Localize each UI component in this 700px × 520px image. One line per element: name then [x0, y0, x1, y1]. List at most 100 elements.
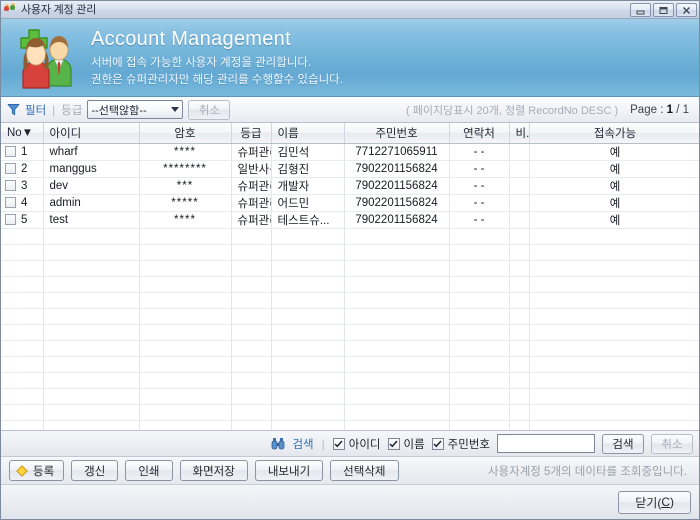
row-checkbox[interactable]	[5, 213, 16, 225]
footer-bar: 닫기(C)	[1, 485, 699, 519]
cell-empty	[344, 244, 450, 261]
column-header-contact[interactable]: 연락처	[449, 123, 510, 144]
save-screen-button[interactable]: 화면저장	[179, 460, 248, 481]
cell-empty	[509, 356, 530, 373]
accounts-table: No▼ 아이디 암호 등급 이름 주민번호 연락처 비.. 접속가능 1 whar…	[1, 123, 699, 430]
search-button[interactable]: 검색	[602, 433, 644, 454]
filter-label[interactable]: 필터	[25, 102, 46, 118]
cell-name: 어드민	[271, 194, 345, 212]
search-check-jumin[interactable]: 주민번호	[431, 436, 490, 452]
cell-empty	[271, 340, 345, 357]
cell-empty	[43, 276, 140, 293]
cell-empty	[43, 420, 140, 430]
search-check-name[interactable]: 이름	[387, 436, 425, 452]
cell-empty	[449, 356, 510, 373]
cell-empty	[139, 244, 232, 261]
column-header-jumin[interactable]: 주민번호	[344, 123, 450, 144]
cell-empty	[231, 356, 272, 373]
cell-empty	[139, 388, 232, 405]
cell-grade: 슈퍼관리자	[231, 143, 272, 161]
search-check-id-label: 아이디	[348, 438, 381, 451]
cell-empty	[43, 404, 140, 421]
cell-empty	[449, 372, 510, 389]
cell-empty	[1, 356, 44, 373]
column-header-name[interactable]: 이름	[271, 123, 345, 144]
cell-grade: 슈퍼관리자	[231, 177, 272, 195]
cell-empty	[271, 308, 345, 325]
cell-empty	[529, 404, 699, 421]
cell-empty	[509, 228, 530, 245]
cell-name: 테스트슈...	[271, 211, 345, 229]
table-row[interactable]: 2 manggus********일반사용자김형진7902201156824- -…	[1, 160, 699, 178]
column-header-memo[interactable]: 비..	[509, 123, 530, 144]
maximize-icon[interactable]	[653, 3, 674, 17]
refresh-button[interactable]: 갱신	[71, 460, 119, 481]
checkbox-id[interactable]	[332, 437, 345, 450]
table-row[interactable]: 1 wharf****슈퍼관리자김민석7712271065911- - 예	[1, 143, 699, 161]
export-button[interactable]: 내보내기	[254, 460, 324, 481]
accounts-grid[interactable]: No▼ 아이디 암호 등급 이름 주민번호 연락처 비.. 접속가능 1 whar…	[1, 123, 699, 431]
grade-select[interactable]: --선택않함--	[87, 100, 184, 119]
cell-empty	[271, 244, 345, 261]
grade-label: 등급	[61, 104, 83, 117]
table-row[interactable]: 4 admin*****슈퍼관리자어드민7902201156824- - 예	[1, 194, 699, 212]
cell-empty	[509, 260, 530, 277]
cell-empty	[529, 228, 699, 245]
cell-empty	[231, 404, 272, 421]
cell-empty	[344, 340, 450, 357]
row-checkbox[interactable]	[5, 179, 16, 191]
column-header-access[interactable]: 접속가능	[529, 123, 699, 144]
column-header-no[interactable]: No▼	[1, 123, 44, 144]
cell-empty	[1, 292, 44, 309]
column-header-id[interactable]: 아이디	[43, 123, 140, 144]
cell-empty	[529, 276, 699, 293]
table-row-empty	[1, 244, 699, 261]
cell-empty	[344, 388, 450, 405]
table-row-empty	[1, 356, 699, 373]
status-text: 사용자계정 5개의 데이타를 조회중입니다.	[487, 465, 687, 478]
table-body: 1wharf****슈퍼관리자김민석7712271065911- -예2mang…	[1, 143, 699, 430]
delete-selected-button[interactable]: 선택삭제	[330, 460, 399, 481]
close-icon[interactable]	[676, 3, 697, 17]
cell-empty	[449, 388, 510, 405]
page-header: Account Management 서버에 접속 가능한 사용자 계정을 관리…	[1, 19, 699, 97]
cell-access: 예	[529, 177, 699, 195]
cell-memo	[509, 160, 530, 178]
table-row-empty	[1, 324, 699, 341]
window-title: 사용자 계정 관리	[21, 3, 97, 16]
search-input[interactable]	[497, 434, 595, 453]
cell-empty	[509, 372, 530, 389]
cell-empty	[344, 276, 450, 293]
search-label[interactable]: 검색	[292, 436, 313, 452]
cell-no: 1	[21, 145, 28, 158]
filter-cancel-button[interactable]: 취소	[188, 99, 231, 120]
column-header-grade[interactable]: 등급	[231, 123, 272, 144]
cell-empty	[271, 372, 345, 389]
table-row[interactable]: 3 dev***슈퍼관리자개발자7902201156824- - 예	[1, 177, 699, 195]
cell-empty	[509, 324, 530, 341]
cell-empty	[344, 228, 450, 245]
minimize-icon[interactable]	[630, 3, 651, 17]
cell-empty	[231, 260, 272, 277]
row-checkbox[interactable]	[5, 145, 16, 157]
cell-empty	[1, 244, 44, 261]
close-button[interactable]: 닫기(C)	[618, 490, 691, 514]
table-row-empty	[1, 228, 699, 245]
page-prefix: Page :	[630, 103, 667, 116]
print-button[interactable]: 인쇄	[125, 460, 173, 481]
register-button[interactable]: 등록	[9, 460, 65, 481]
cell-empty	[231, 244, 272, 261]
cell-id: wharf	[43, 143, 140, 161]
search-check-id[interactable]: 아이디	[332, 436, 381, 452]
column-header-pw[interactable]: 암호	[139, 123, 232, 144]
row-checkbox[interactable]	[5, 196, 16, 208]
checkbox-jumin[interactable]	[431, 437, 444, 450]
cell-contact: - -	[449, 211, 510, 229]
cell-empty	[529, 260, 699, 277]
search-cancel-button[interactable]: 취소	[651, 433, 693, 454]
table-row[interactable]: 5 test****슈퍼관리자테스트슈...7902201156824- - 예	[1, 211, 699, 229]
row-checkbox[interactable]	[5, 162, 16, 174]
checkbox-name[interactable]	[387, 437, 400, 450]
cell-empty	[231, 308, 272, 325]
cell-jumin: 7902201156824	[344, 194, 450, 212]
